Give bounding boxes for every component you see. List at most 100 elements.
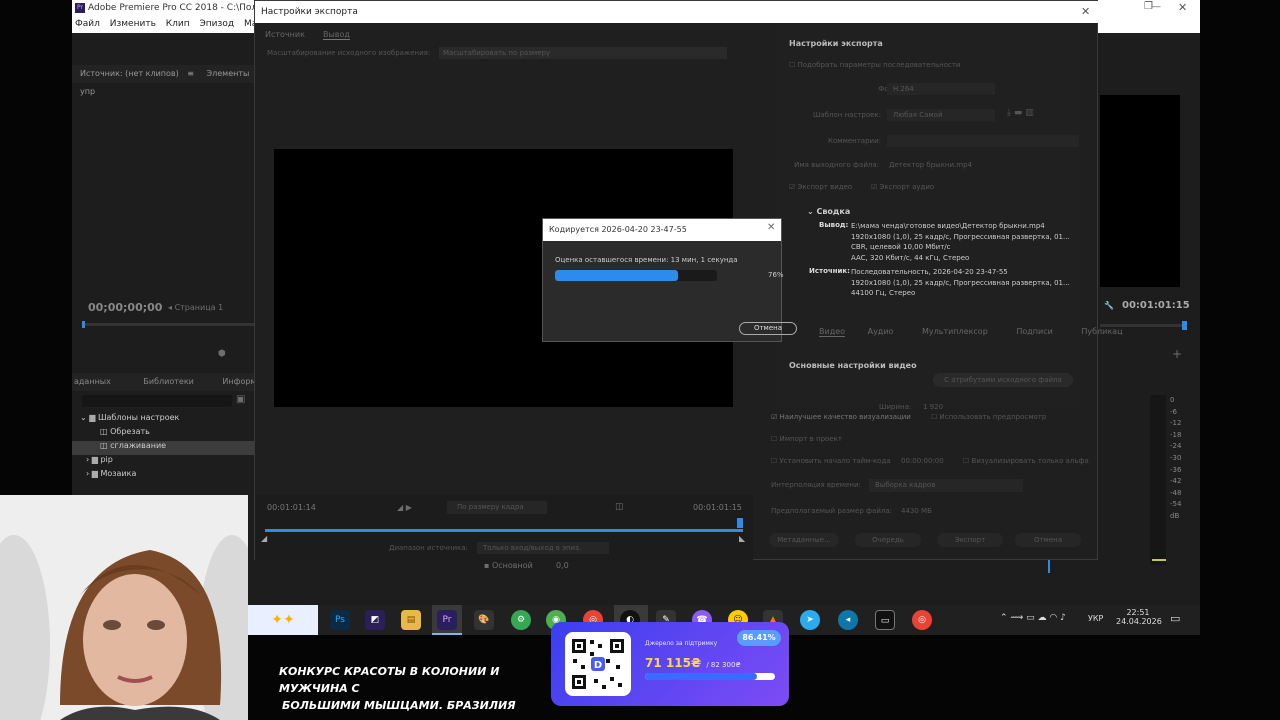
program-playhead[interactable] xyxy=(1182,321,1187,330)
wrench-icon[interactable]: 🔧 xyxy=(1104,301,1114,310)
match-seq-checkbox[interactable]: ☐ Подобрать параметры последовательности xyxy=(789,61,960,69)
page-selector[interactable]: ◂ Страница 1 xyxy=(168,303,223,312)
tree-item[interactable]: ⌄ ▆ Шаблоны настроек xyxy=(72,413,254,427)
marker-icon[interactable]: ⬢ xyxy=(218,349,226,359)
tab-multiplexer[interactable]: Мультиплексор xyxy=(922,327,988,336)
tab-info[interactable]: Информ xyxy=(222,377,254,386)
set-in-icon[interactable]: ◢ ▶ xyxy=(397,503,412,512)
minimize-icon[interactable]: — xyxy=(1152,2,1161,12)
summary-header: ⌄ Сводка xyxy=(807,207,851,216)
output-name-link[interactable]: Детектор брыкни.mp4 xyxy=(889,161,972,169)
summary-output-label: Вывод: xyxy=(819,221,849,229)
tree-item[interactable]: › ▆ Мозаика xyxy=(72,469,254,483)
tab-audio[interactable]: Аудио xyxy=(868,327,894,336)
webcam-feed xyxy=(0,495,248,720)
premiere-composer-icon[interactable]: ◩ xyxy=(365,610,385,630)
timeline-track-value: 0,0 xyxy=(556,561,569,570)
restore-icon[interactable]: ❐ xyxy=(1144,1,1153,12)
tab-output-export[interactable]: Вывод xyxy=(323,30,350,40)
tab-publish[interactable]: Публикац xyxy=(1081,327,1122,336)
tab-video[interactable]: Видео xyxy=(819,327,846,337)
android-icon[interactable]: ⚙ xyxy=(511,610,531,630)
library-tabs: аданных Библиотеки Информ xyxy=(72,373,254,391)
new-bin-icon[interactable]: ▣ xyxy=(236,394,245,405)
sparkle-widget-icon[interactable]: ✦✦ xyxy=(248,605,318,635)
search-input[interactable] xyxy=(82,395,232,407)
timeline-track-label: ▪ Основной xyxy=(484,561,533,570)
cancel-export-button[interactable]: Отмена xyxy=(1015,533,1081,547)
tab-source[interactable]: Источник: (нет клипов) xyxy=(80,69,179,78)
file-explorer-icon[interactable]: ▤ xyxy=(401,610,421,630)
tab-libraries[interactable]: Библиотеки xyxy=(143,377,193,386)
scaling-dropdown[interactable]: Масштабировать по размеру xyxy=(439,47,727,59)
chrome-2-icon[interactable]: ◎ xyxy=(912,610,932,630)
export-close-icon[interactable]: ✕ xyxy=(1081,5,1090,18)
photoshop-icon[interactable]: Ps xyxy=(330,610,350,630)
menu-edit[interactable]: Изменить xyxy=(110,19,156,29)
menu-clip[interactable]: Клип xyxy=(166,19,190,29)
output-name-label: Имя выходного файла: xyxy=(794,161,879,169)
comments-input[interactable] xyxy=(887,135,1079,147)
interp-dropdown[interactable]: Выборка кадров xyxy=(869,479,1023,492)
metadata-button[interactable]: Метаданные... xyxy=(769,533,839,547)
export-video-checkbox[interactable]: ☑ Экспорт видео xyxy=(789,183,852,191)
export-playhead[interactable] xyxy=(737,518,743,528)
notifications-icon[interactable]: ▭ xyxy=(1170,612,1180,625)
menu-sequence[interactable]: Эпизод xyxy=(200,19,235,29)
paint-icon[interactable]: 🎨 xyxy=(474,610,494,630)
terminal-icon[interactable]: ▭ xyxy=(875,610,895,630)
width-label: Ширина: xyxy=(879,403,912,411)
timecode-value[interactable]: 00:00:00:00 xyxy=(901,457,944,465)
fit-dropdown[interactable]: По размеру кадра xyxy=(447,501,547,514)
premiere-taskbar-icon[interactable]: Pr xyxy=(437,610,457,630)
tab-source-export[interactable]: Источник xyxy=(265,30,305,39)
preset-tools-icons[interactable]: ⤓ ▬ ▥ xyxy=(1007,108,1034,118)
tab-metadata[interactable]: аданных xyxy=(74,377,111,386)
source-range-dropdown[interactable]: Только вход/выход в эпиз. xyxy=(477,542,609,554)
file-size-value: 4430 МБ xyxy=(901,507,932,515)
menu-file[interactable]: Файл xyxy=(75,19,100,29)
source-scrub-bar[interactable] xyxy=(82,323,254,326)
donate-progress-bar xyxy=(645,673,775,680)
tree-item[interactable]: › ▆ pip xyxy=(72,455,254,469)
source-playhead[interactable] xyxy=(82,321,85,328)
clock[interactable]: 22:51 24.04.2026 xyxy=(1116,608,1162,626)
queue-button[interactable]: Очередь xyxy=(855,533,921,547)
render-alpha-checkbox[interactable]: ☐ Визуализировать только альфа xyxy=(963,457,1089,465)
set-timecode-checkbox[interactable]: ☐ Установить начало тайм-кода xyxy=(771,457,891,465)
preset-icon: ◫ xyxy=(100,441,108,450)
telegram-icon[interactable]: ➤ xyxy=(800,610,820,630)
encoding-cancel-button[interactable]: Отмена xyxy=(739,322,797,335)
add-icon[interactable]: + xyxy=(1172,347,1182,361)
summary-source: Последовательность, 2026-04-20 23-47-55 1… xyxy=(851,268,1070,297)
summary-output: E:\мама ченда\готовое видео\Детектор бры… xyxy=(851,222,1070,262)
out-point-icon[interactable]: ◣ xyxy=(739,534,745,543)
encoding-percent: 76% xyxy=(768,271,784,279)
export-button[interactable]: Экспорт xyxy=(937,533,1003,547)
in-point-icon[interactable]: ◢ xyxy=(261,534,267,543)
system-tray-icons[interactable]: ⌃ ⟿ ▭ ☁ ◠ ♪ xyxy=(1000,613,1066,623)
use-preview-checkbox[interactable]: ☐ Использовать предпросмотр xyxy=(931,413,1046,421)
settings-tabs: Видео Аудио Мультиплексор Подписи Публик… xyxy=(819,327,1123,337)
import-project-checkbox[interactable]: ☐ Импорт в проект xyxy=(771,435,842,443)
meter-scale: 0 -6 -12 -18 -24 -30 -36 -42 -48 -54 dB xyxy=(1170,396,1182,520)
meter-level xyxy=(1152,559,1166,561)
premiere-title: Adobe Premiere Pro CC 2018 - C:\Пользов xyxy=(88,3,279,13)
preset-dropdown[interactable]: Любая Самой xyxy=(887,109,995,121)
aspect-icon[interactable]: ◫ xyxy=(615,502,624,512)
export-audio-checkbox[interactable]: ☑ Экспорт аудио xyxy=(871,183,934,191)
tree-item[interactable]: ◫ Обрезать xyxy=(72,427,254,441)
export-range-bar[interactable] xyxy=(265,529,743,532)
program-timecode: 00:01:01:15 xyxy=(1122,300,1190,311)
tree-item-selected[interactable]: ◫ сглаживание xyxy=(72,441,254,455)
language-indicator[interactable]: УКР xyxy=(1088,614,1103,623)
width-value[interactable]: 1 920 xyxy=(923,403,943,411)
format-dropdown[interactable]: H.264 xyxy=(887,83,995,95)
encoding-close-icon[interactable]: ✕ xyxy=(767,222,775,233)
close-icon[interactable]: ✕ xyxy=(1178,1,1187,14)
messenger-icon[interactable]: ◂ xyxy=(838,610,858,630)
webcam-person xyxy=(0,495,248,720)
max-render-checkbox[interactable]: ☑ Наилучшее качество визуализации xyxy=(771,413,911,421)
tab-captions[interactable]: Подписи xyxy=(1016,327,1052,336)
match-source-button[interactable]: С атрибутами исходного файла xyxy=(933,373,1073,387)
